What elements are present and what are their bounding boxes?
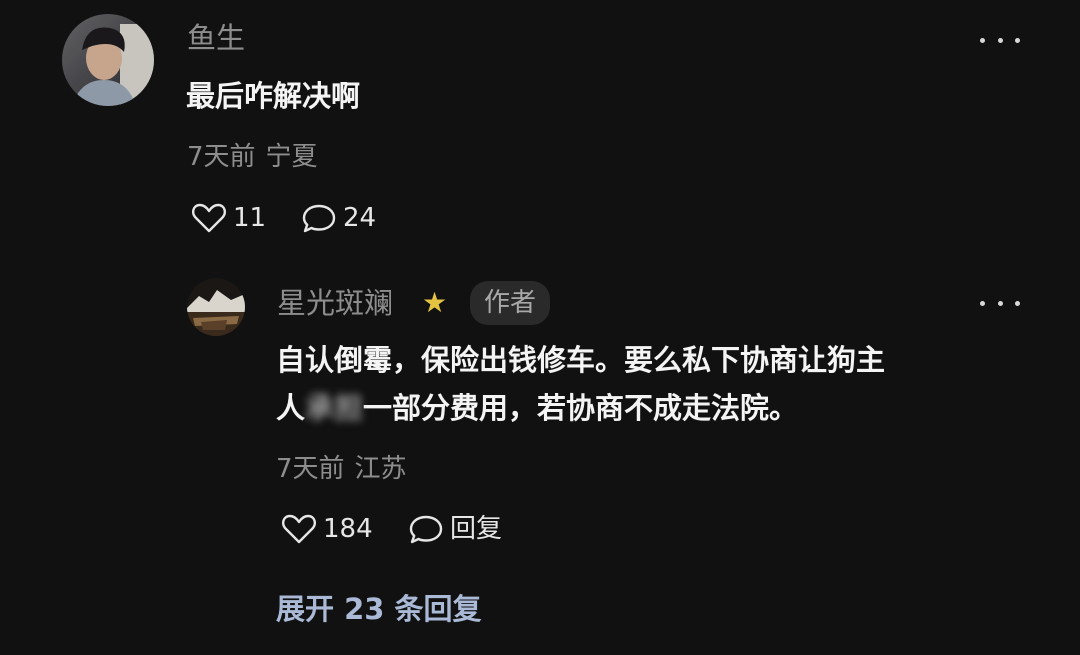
comment-time: 7天前 — [187, 142, 256, 172]
reply-more-button[interactable] — [980, 293, 1020, 313]
more-dot-icon — [980, 37, 985, 43]
more-dot-icon — [997, 37, 1003, 43]
reply-text: 自认倒霉，保险出钱修车。要么私下协商让狗主 人承担一部分费用，若协商不成走法院。 — [276, 336, 1036, 432]
reply-text-line: 自认倒霉，保险出钱修车。要么私下协商让狗主 — [276, 343, 886, 377]
reply-like-count: 184 — [323, 514, 373, 544]
more-dot-icon — [997, 300, 1003, 306]
more-dot-icon — [980, 300, 985, 306]
reply-meta: 7天前 江苏 — [276, 453, 407, 485]
user-avatar-photo-icon — [62, 14, 154, 106]
expand-replies-link[interactable]: 展开 23 条回复 — [276, 589, 482, 629]
author-badge: 作者 — [470, 281, 551, 325]
comment-bubble-icon — [409, 515, 443, 544]
landscape-avatar-photo-icon — [187, 278, 245, 336]
comment-like-count: 11 — [233, 203, 267, 233]
heart-icon — [192, 203, 226, 233]
comment-meta: 7天前 宁夏 — [187, 141, 318, 173]
reply-like-button[interactable]: 184 — [281, 513, 373, 545]
avatar[interactable] — [62, 14, 154, 106]
comment-like-button[interactable]: 11 — [191, 202, 266, 234]
blurred-text: 承担 — [305, 391, 364, 425]
reply-text-line: 人承担一部分费用，若协商不成走法院。 — [276, 384, 1036, 432]
more-dot-icon — [1015, 37, 1020, 43]
heart-icon — [282, 514, 316, 544]
comment-location: 宁夏 — [265, 142, 318, 172]
reply-button[interactable]: 回复 — [408, 513, 502, 545]
reply-text-segment: 一部分费用，若协商不成走法院。 — [363, 391, 799, 425]
more-dot-icon — [1015, 300, 1020, 306]
comment-reply-button[interactable]: 24 — [301, 202, 376, 234]
comment-username[interactable]: 鱼生 — [187, 20, 245, 56]
comment-bubble-icon — [302, 204, 336, 233]
reply-time: 7天前 — [276, 454, 345, 484]
reply-avatar[interactable] — [187, 278, 245, 336]
comment-reply-count: 24 — [343, 203, 377, 233]
reply-button-label: 回复 — [450, 514, 503, 544]
reply-username[interactable]: 星光斑斓 — [277, 285, 393, 321]
star-icon: ★ — [422, 286, 448, 319]
comment-more-button[interactable] — [980, 30, 1020, 50]
reply-text-segment: 人 — [276, 391, 306, 425]
comment-text: 最后咋解决啊 — [186, 79, 361, 113]
reply-location: 江苏 — [354, 454, 407, 484]
